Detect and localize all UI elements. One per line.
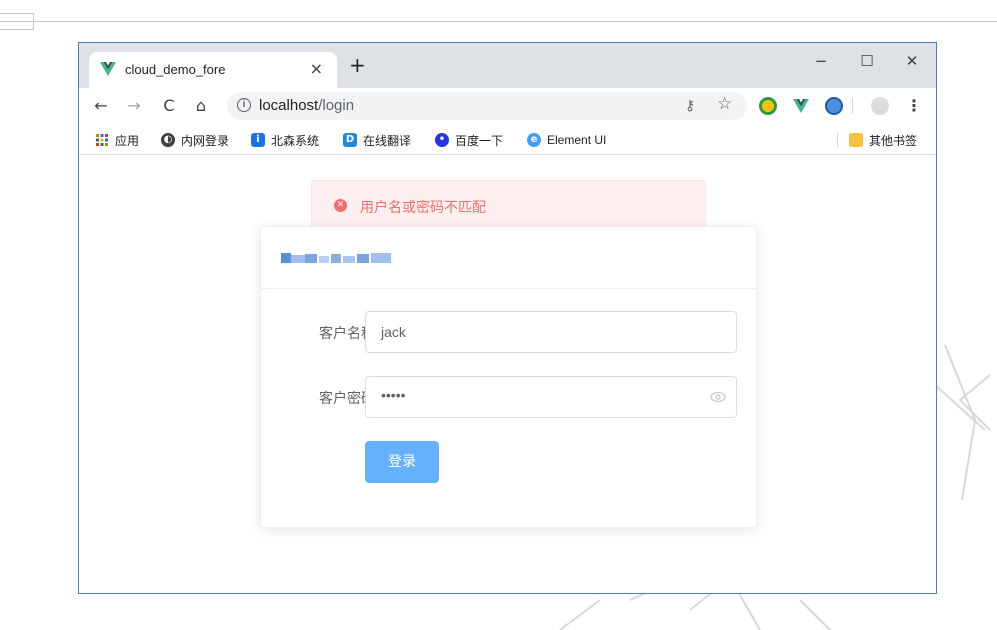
- maximize-button[interactable]: ☐: [847, 49, 887, 73]
- extension-blue-icon[interactable]: [825, 97, 843, 115]
- bookmark-star-icon[interactable]: ☆: [717, 96, 732, 113]
- url-text: localhost/login: [259, 97, 354, 114]
- login-button[interactable]: 登录: [365, 441, 439, 483]
- baidu-paw-icon: •: [435, 133, 449, 147]
- browser-tab[interactable]: cloud_demo_fore ×: [89, 52, 337, 88]
- browser-window: cloud_demo_fore × + − ☐ ✕ ← → C ⌂ i loca…: [78, 42, 937, 594]
- browser-titlebar: cloud_demo_fore × + − ☐ ✕: [79, 43, 936, 88]
- alert-message: 用户名或密码不匹配: [360, 200, 486, 216]
- document-ruler-lines: [0, 0, 997, 40]
- bookmark-label: 内网登录: [181, 133, 230, 148]
- apps-grid-icon: [96, 134, 108, 146]
- back-button[interactable]: ←: [91, 96, 111, 116]
- username-label: 客户名称: [319, 326, 375, 342]
- url-host: localhost: [259, 97, 319, 114]
- bookmark-label: 在线翻译: [363, 133, 412, 148]
- home-button[interactable]: ⌂: [191, 96, 211, 116]
- vue-devtools-icon[interactable]: [792, 97, 810, 115]
- eye-icon[interactable]: [710, 391, 726, 403]
- username-input[interactable]: jack: [365, 311, 737, 353]
- reload-button[interactable]: C: [159, 96, 179, 116]
- blurred-card-title: [281, 253, 391, 263]
- bookmark-beisen[interactable]: i 北森系统: [251, 131, 319, 149]
- vue-logo-icon: [100, 62, 116, 76]
- tab-close-icon[interactable]: ×: [310, 59, 323, 78]
- bookmark-label: 应用: [115, 133, 140, 148]
- other-bookmarks[interactable]: 其他书签: [849, 131, 917, 149]
- password-input[interactable]: •••••: [365, 376, 737, 418]
- bookmark-translate[interactable]: D 在线翻译: [343, 131, 411, 149]
- bookmarks-divider: [837, 132, 838, 148]
- menu-kebab-icon[interactable]: ⋮: [904, 96, 924, 116]
- other-bookmarks-label: 其他书签: [869, 133, 918, 148]
- info-square-icon: i: [251, 133, 265, 147]
- profile-avatar-icon[interactable]: [871, 97, 889, 115]
- login-card: 客户名称 jack 客户密码 ••••• 登录: [260, 226, 757, 528]
- new-tab-button[interactable]: +: [349, 55, 366, 75]
- card-header: [261, 227, 756, 289]
- address-bar[interactable]: i localhost/login ⚷ ☆: [227, 92, 747, 120]
- key-icon[interactable]: ⚷: [685, 98, 695, 114]
- translate-icon: D: [343, 133, 357, 147]
- toolbar-divider: [852, 98, 853, 114]
- page-content: ✕ 用户名或密码不匹配 客户名称 jack 客户密码 ••••• 登录: [79, 155, 936, 593]
- bookmark-label: 北森系统: [271, 133, 320, 148]
- bookmark-intranet-login[interactable]: ◐ 内网登录: [161, 131, 229, 149]
- bookmark-apps[interactable]: 应用: [95, 131, 139, 149]
- extension-green-icon[interactable]: [759, 97, 777, 115]
- bookmark-element-ui[interactable]: e Element UI: [527, 131, 606, 149]
- bookmark-label: 百度一下: [455, 133, 504, 148]
- tab-title: cloud_demo_fore: [125, 62, 226, 77]
- browser-toolbar: ← → C ⌂ i localhost/login ⚷ ☆ ⋮: [79, 88, 936, 124]
- error-alert: ✕ 用户名或密码不匹配: [311, 180, 706, 230]
- password-value: •••••: [381, 387, 406, 403]
- bookmarks-bar: 应用 ◐ 内网登录 i 北森系统 D 在线翻译 • 百度一下 e Element…: [79, 124, 936, 155]
- password-label: 客户密码: [319, 391, 375, 407]
- error-circle-icon: ✕: [334, 199, 347, 212]
- url-path: /login: [318, 97, 355, 114]
- bookmark-label: Element UI: [547, 133, 607, 147]
- site-info-icon[interactable]: i: [237, 98, 251, 112]
- folder-icon: [849, 133, 863, 147]
- forward-button[interactable]: →: [124, 96, 144, 116]
- username-value: jack: [381, 324, 406, 340]
- globe-icon: ◐: [161, 133, 175, 147]
- close-window-button[interactable]: ✕: [892, 49, 932, 73]
- minimize-button[interactable]: −: [801, 49, 841, 73]
- bookmark-baidu[interactable]: • 百度一下: [435, 131, 503, 149]
- element-icon: e: [527, 133, 541, 147]
